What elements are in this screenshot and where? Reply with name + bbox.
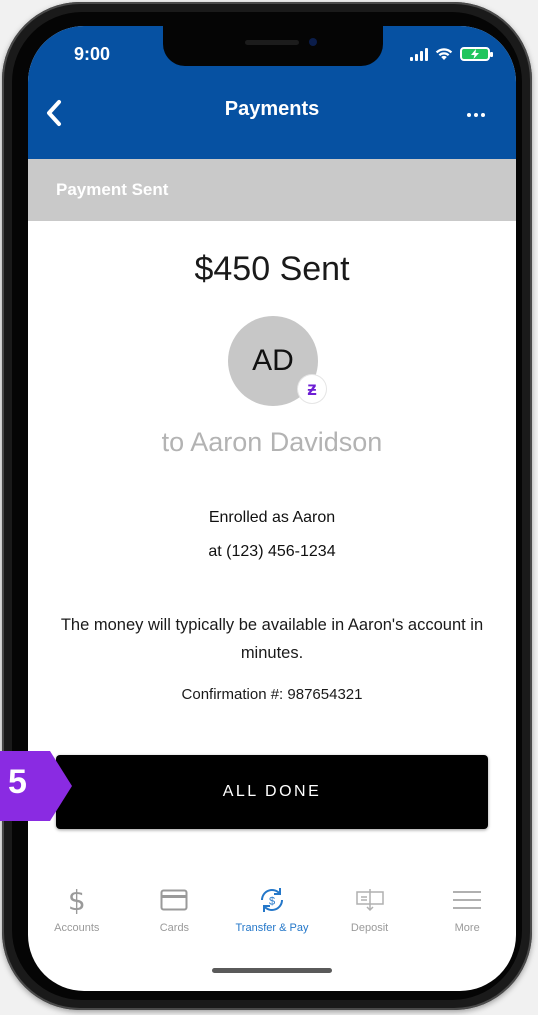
card-icon: [157, 884, 191, 916]
tab-label: Deposit: [350, 922, 389, 934]
tab-label: Accounts: [54, 922, 100, 934]
bottom-tab-bar: $ Accounts Cards $ Transfer & Pay Deposi…: [28, 884, 516, 944]
signal-icon: [410, 47, 428, 61]
page-title: Payments: [224, 98, 320, 120]
more-options-button[interactable]: [460, 100, 492, 130]
tab-label: Transfer & Pay: [235, 922, 309, 934]
svg-text:$: $: [269, 896, 275, 908]
check-deposit-icon: [353, 884, 387, 916]
phone-screen: 9:00 Payments Payment Sent $450 Sent AD …: [28, 26, 516, 991]
step-badge: 5: [0, 751, 72, 821]
dollar-icon: $: [67, 883, 86, 917]
tab-accounts[interactable]: $ Accounts: [28, 884, 126, 944]
app-header: 9:00 Payments: [28, 26, 516, 159]
amount-sent: $450 Sent: [194, 250, 350, 288]
enrollment-info: Enrolled as Aaron at (123) 456-1234: [28, 501, 516, 569]
battery-charging-icon: [460, 47, 493, 61]
all-done-button[interactable]: ALL DONE: [56, 755, 488, 829]
enrolled-phone: at (123) 456-1234: [208, 543, 336, 560]
section-title: Payment Sent: [56, 180, 169, 199]
tab-label: More: [454, 922, 480, 934]
tab-deposit[interactable]: Deposit: [321, 884, 419, 944]
wifi-icon: [435, 48, 453, 60]
status-icons: [410, 44, 493, 64]
step-number: 5: [8, 763, 27, 801]
enrolled-name: Enrolled as Aaron: [208, 509, 336, 526]
section-header: Payment Sent: [28, 159, 516, 221]
phone-notch: [163, 26, 383, 66]
tab-transfer-pay[interactable]: $ Transfer & Pay: [223, 884, 321, 944]
more-dot-icon: [481, 113, 485, 117]
confirmation-number: Confirmation #: 987654321: [181, 686, 363, 703]
recipient-name: to Aaron Davidson: [161, 427, 383, 457]
speaker-grille: [245, 40, 299, 45]
home-indicator[interactable]: [212, 968, 332, 973]
transfer-pay-icon: $: [255, 884, 289, 916]
status-time: 9:00: [74, 44, 111, 64]
page: 9:00 Payments Payment Sent $450 Sent AD …: [0, 0, 538, 1015]
tab-label: Cards: [159, 922, 190, 934]
more-dot-icon: [467, 113, 471, 117]
avatar-initials: AD: [252, 344, 294, 377]
front-camera: [309, 38, 317, 46]
availability-notice: The money will typically be available in…: [60, 616, 484, 662]
hamburger-icon: [450, 884, 484, 916]
more-dot-icon: [474, 113, 478, 117]
tab-more[interactable]: More: [418, 884, 516, 944]
zelle-logo-icon: ƶ: [298, 375, 326, 403]
tab-cards[interactable]: Cards: [126, 884, 224, 944]
